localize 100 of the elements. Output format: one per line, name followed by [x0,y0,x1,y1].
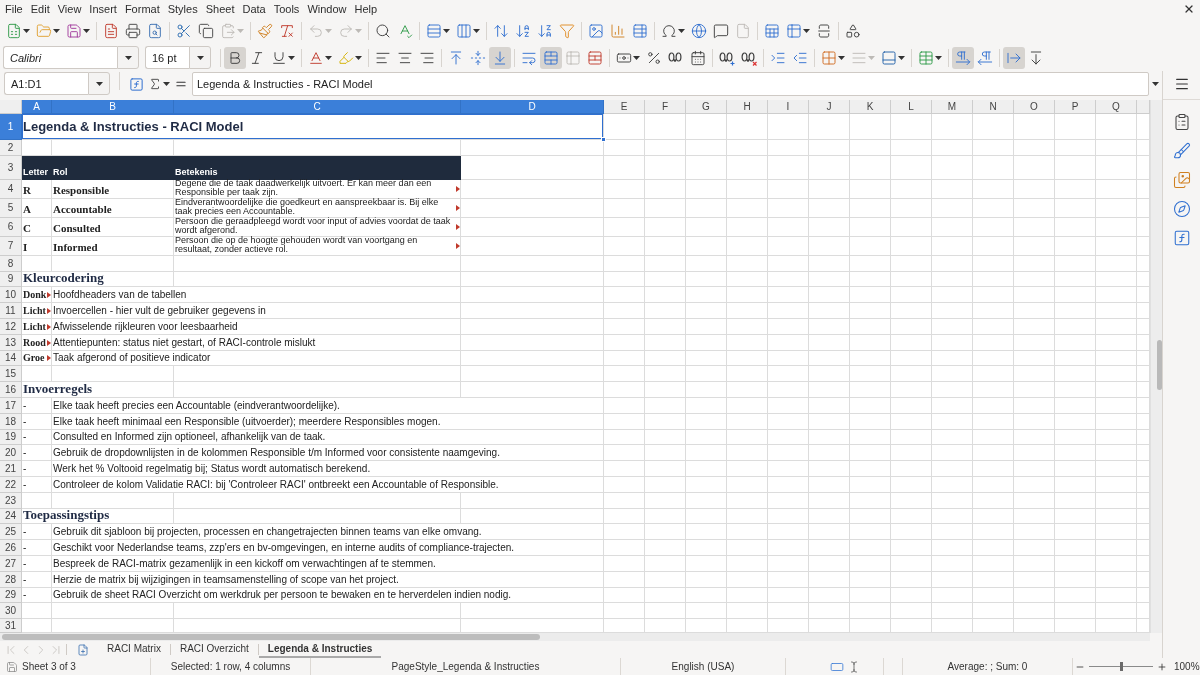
horizontal-scrollbar[interactable] [0,633,1150,641]
vertical-scrollbar[interactable] [1150,100,1162,633]
zoom-slider-thumb[interactable] [1120,662,1123,671]
row-header[interactable]: 25 [0,524,22,541]
menu-item[interactable]: Data [238,1,270,17]
menu-item[interactable]: View [53,1,86,17]
column-header[interactable] [1137,100,1150,114]
search-icon [375,23,391,39]
row-header[interactable]: 11 [0,303,22,319]
column-header[interactable]: I [768,100,809,114]
column-header[interactable]: K [850,100,891,114]
spreadsheet-cell[interactable]: Invoercellen - hier vult de gebruiker gegevens in [52,303,461,319]
menu-item[interactable]: Sheet [201,1,239,17]
scrollbar-thumb[interactable] [1157,340,1162,390]
compass-icon[interactable] [1172,200,1191,218]
column-header[interactable]: G [686,100,727,114]
menu-item[interactable]: Styles [163,1,202,17]
formula-input-field[interactable]: Legenda & Instructies - RACI Model [192,72,1149,96]
column-header[interactable]: F [645,100,686,114]
row-header[interactable]: 15 [0,366,22,383]
row-header[interactable]: 21 [0,461,22,477]
zoom-in-icon[interactable] [1157,661,1167,672]
column-header[interactable]: A [22,100,52,114]
close-icon[interactable] [1183,3,1195,15]
menu-icon[interactable] [1173,76,1190,92]
menu-item[interactable]: Insert [85,1,121,17]
font-name-field[interactable]: Calibri [3,46,117,69]
clipboard-list-icon[interactable] [1172,113,1191,131]
sum-button[interactable] [148,77,170,91]
column-header[interactable]: J [809,100,850,114]
selected-cell-range[interactable]: Legenda & Instructies - RACI Model [22,114,604,140]
spreadsheet-cell[interactable]: Persoon die geraadpleegd wordt voor input of advies voordat de taak wordt afgerond. [174,217,461,237]
row-header[interactable]: 20 [0,445,22,462]
spreadsheet-cell[interactable]: Werk het % Voltooid regelmatig bij; Status wordt automatisch berekend. [52,461,604,477]
images-icon[interactable] [1172,171,1191,189]
column-header[interactable]: N [973,100,1014,114]
brush-icon[interactable] [1172,142,1191,160]
spreadsheet-cell[interactable]: Geschikt voor Nederlandse teams, zzp'ers en bv-omgevingen, en interne audits of compliance-trajecten. [52,540,604,556]
dropdown-button[interactable] [189,46,211,69]
zoom-percentage[interactable]: 100% [1174,661,1200,672]
spreadsheet-cell[interactable]: Persoon die op de hoogte gehouden wordt van voortgang en resultaat, zonder actieve rol. [174,236,461,256]
menu-item[interactable]: Format [120,1,164,17]
bullet-text: Geschikt voor Nederlandse teams, zzp'ers en bv-omgevingen, en interne audits of compliance-trajecten. [53,541,515,554]
selection-handle[interactable] [601,137,606,142]
column-header[interactable]: M [932,100,973,114]
column-header[interactable]: Q [1096,100,1137,114]
column-header[interactable]: P [1055,100,1096,114]
color-label: Licht [23,320,46,333]
font-size-field[interactable]: 16 pt [145,46,189,69]
spreadsheet-cell[interactable]: - [22,524,52,541]
row-header[interactable]: 3 [0,155,22,180]
column-header[interactable]: B [52,100,174,114]
menu-item[interactable]: Window [303,1,351,17]
function-icon[interactable] [1172,229,1191,247]
align-bottom-button[interactable] [489,46,511,69]
spreadsheet-cell[interactable]: Gebruik de dropdownlijsten in de kolommen Responsible t/m Informed voor consistente naamgeving. [52,445,604,462]
menu-item[interactable]: Help [350,1,382,17]
dropdown-button[interactable] [88,72,110,95]
menu-item[interactable]: Tools [269,1,304,17]
merge-center-button[interactable] [540,46,562,69]
spreadsheet-cell[interactable]: - [22,540,52,556]
spreadsheet-cell[interactable]: Hoofdheaders van de tabellen [52,287,461,304]
bold-button[interactable] [224,46,246,69]
sheet-tab[interactable]: Legenda & Instructies [258,641,382,658]
scrollbar-thumb[interactable] [2,634,540,640]
spreadsheet-cell[interactable]: Licht [22,303,52,319]
row-header[interactable]: 30 [0,603,22,620]
text-horizontal-button[interactable] [1003,46,1025,69]
column-header[interactable]: H [727,100,768,114]
spreadsheet-cell[interactable]: Donk [22,287,52,304]
sheet-tab[interactable]: RACI Overzicht [170,641,258,658]
spreadsheet-cell[interactable]: Degene die de taak daadwerkelijk uitvoert. Er kan meer dan een Responsible per taak zijn. [174,179,461,199]
spreadsheet-cell[interactable]: Invoerregels [22,382,174,398]
add-sheet-icon[interactable] [77,643,89,656]
row-header[interactable]: 1 [0,114,22,140]
spreadsheet-cell[interactable]: Eindverantwoordelijke die goedkeurt en aanspreekbaar is. Bij elke taak precies een Accountable. [174,198,461,218]
name-box-field[interactable]: A1:D1 [4,72,88,95]
spreadsheet-cell[interactable]: - [22,445,52,462]
select-all-corner[interactable] [0,100,22,114]
column-header[interactable]: L [891,100,932,114]
spreadsheet-cell[interactable]: Gebruik dit sjabloon bij projecten, processen en changetrajecten binnen teams van elke omvang. [52,524,604,541]
menu-item[interactable]: File [1,1,27,17]
column-header[interactable]: C [174,100,461,114]
caret-down-icon [355,55,362,60]
bullet-marker: - [23,447,27,460]
spreadsheet-cell[interactable]: - [22,461,52,477]
row-header[interactable]: 31 [0,619,22,633]
column-header[interactable]: E [604,100,645,114]
sheet-tab[interactable]: RACI Matrix [98,641,170,658]
column-header[interactable]: O [1014,100,1055,114]
function-wizard-icon[interactable] [129,76,144,92]
column-header[interactable]: D [461,100,604,114]
left-to-right-button[interactable] [952,46,974,69]
menu-item[interactable]: Edit [26,1,54,17]
row-header[interactable]: 16 [0,382,22,398]
row-header[interactable]: 2 [0,140,22,156]
row-header[interactable]: 26 [0,540,22,556]
caret-down-icon [443,29,450,33]
dropdown-button[interactable] [117,46,139,69]
row-header[interactable]: 10 [0,287,22,304]
